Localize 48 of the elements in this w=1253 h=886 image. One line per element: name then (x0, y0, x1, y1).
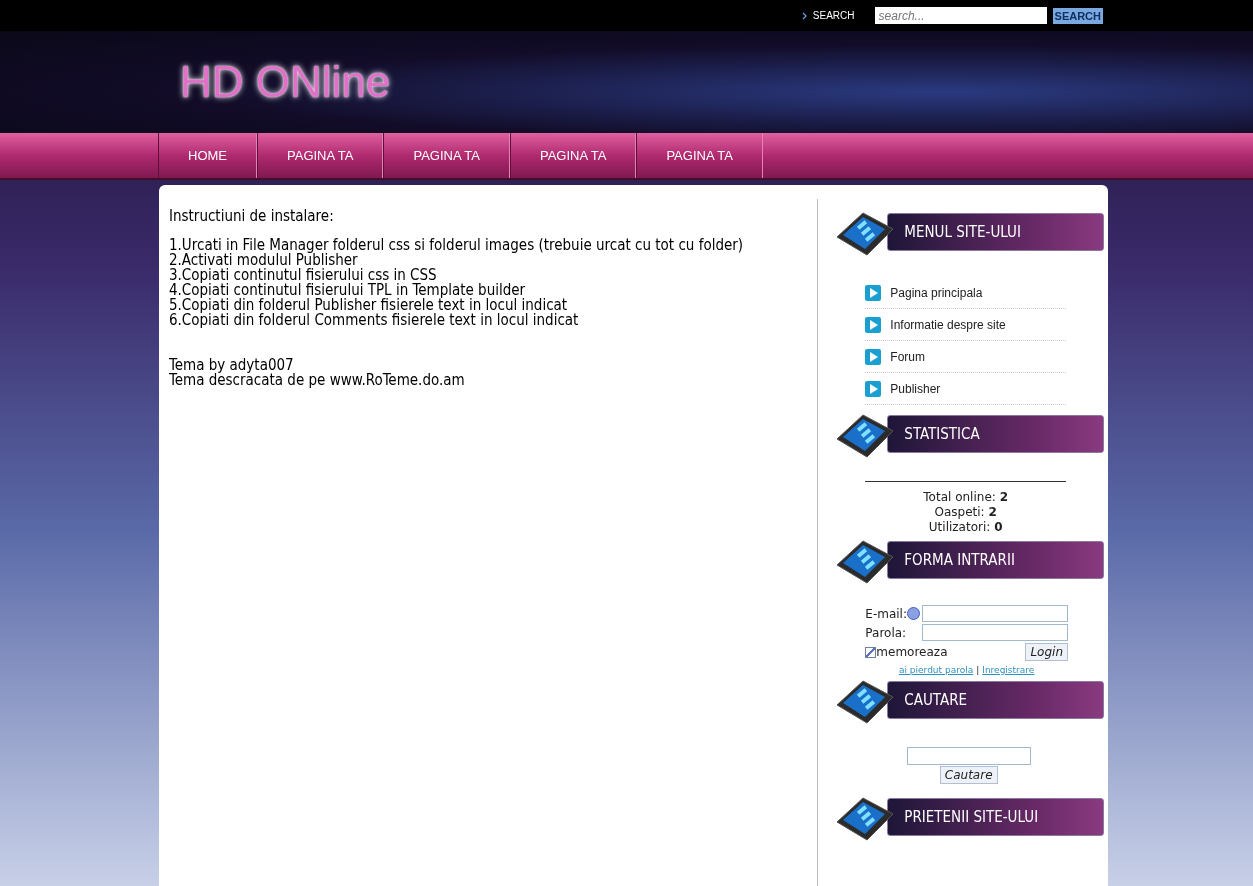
instruction-step: 5.Copiati din folderul Publisher fisierele text in locul indicat (169, 298, 808, 313)
chevron-icon (801, 11, 807, 20)
info-icon (907, 607, 920, 620)
instruction-step: 2.Activati modulul Publisher (169, 253, 808, 268)
search-button[interactable]: SEARCH (1052, 7, 1103, 24)
instructions-title: Instructiuni de instalare: (169, 209, 335, 224)
search-field[interactable]: search... (874, 7, 1047, 24)
password-field[interactable] (922, 624, 1068, 641)
section-header: PRIETENII SITE-ULUI (887, 798, 1104, 836)
link-separator: | (976, 665, 980, 675)
password-label: Parola: (865, 625, 908, 640)
section-header: FORMA INTRARII (887, 541, 1104, 579)
stat-line: Utilizatori: 0 (927, 520, 1004, 535)
search-button[interactable]: Cautare (939, 766, 998, 784)
credit-line: Tema descracata de pe www.RoTeme.do.am (169, 373, 466, 388)
credit-line: Tema by adyta007 (169, 358, 295, 373)
nav-link[interactable]: HOME (158, 133, 257, 178)
sidebar-menu-item[interactable]: Forum (865, 341, 1066, 373)
forgot-password-link[interactable]: ai pierdut parola (898, 665, 974, 675)
instruction-step: 6.Copiati din folderul Comments fisierele text in locul indicat (169, 313, 808, 328)
register-link[interactable]: Inregistrare (982, 665, 1035, 675)
play-icon (865, 380, 882, 397)
site-logo[interactable]: HD ONline (180, 57, 391, 107)
section-header: STATISTICA (887, 415, 1104, 453)
instruction-step: 4.Copiati continutul fisierului TPL in Template builder (169, 283, 808, 298)
email-field[interactable] (922, 605, 1068, 622)
remember-checkbox[interactable] (865, 646, 877, 658)
search-label: SEARCH (812, 10, 855, 21)
sidebar-menu-item[interactable]: Pagina principala (865, 277, 1066, 309)
stat-line: Oaspeti: 2 (933, 505, 998, 520)
section-header: CAUTARE (887, 681, 1104, 719)
remember-label: memoreaza (876, 645, 948, 659)
login-button[interactable]: Login (1025, 643, 1068, 661)
nav-link[interactable]: PAGINA TA (383, 133, 510, 178)
play-icon (865, 348, 882, 365)
nav-link[interactable]: PAGINA TA (257, 133, 384, 178)
play-icon (865, 316, 882, 333)
nav-link[interactable]: PAGINA TA (636, 133, 763, 178)
sidebar-menu-item[interactable]: Publisher (865, 373, 1066, 405)
nav-link[interactable]: PAGINA TA (509, 133, 637, 178)
instruction-step: 1.Urcati in File Manager folderul css si folderul images (trebuie urcat cu tot cu folder) (169, 238, 808, 253)
stat-line: Total online: 2 (922, 490, 1009, 505)
play-icon (865, 284, 882, 301)
sidebar-menu-item[interactable]: Informatie despre site (865, 309, 1066, 341)
instruction-step: 3.Copiati continutul fisierului css in CSS (169, 268, 808, 283)
search-field[interactable] (906, 747, 1031, 765)
section-header: MENUL SITE-ULUI (887, 213, 1104, 251)
email-label: E-mail: (865, 606, 907, 621)
